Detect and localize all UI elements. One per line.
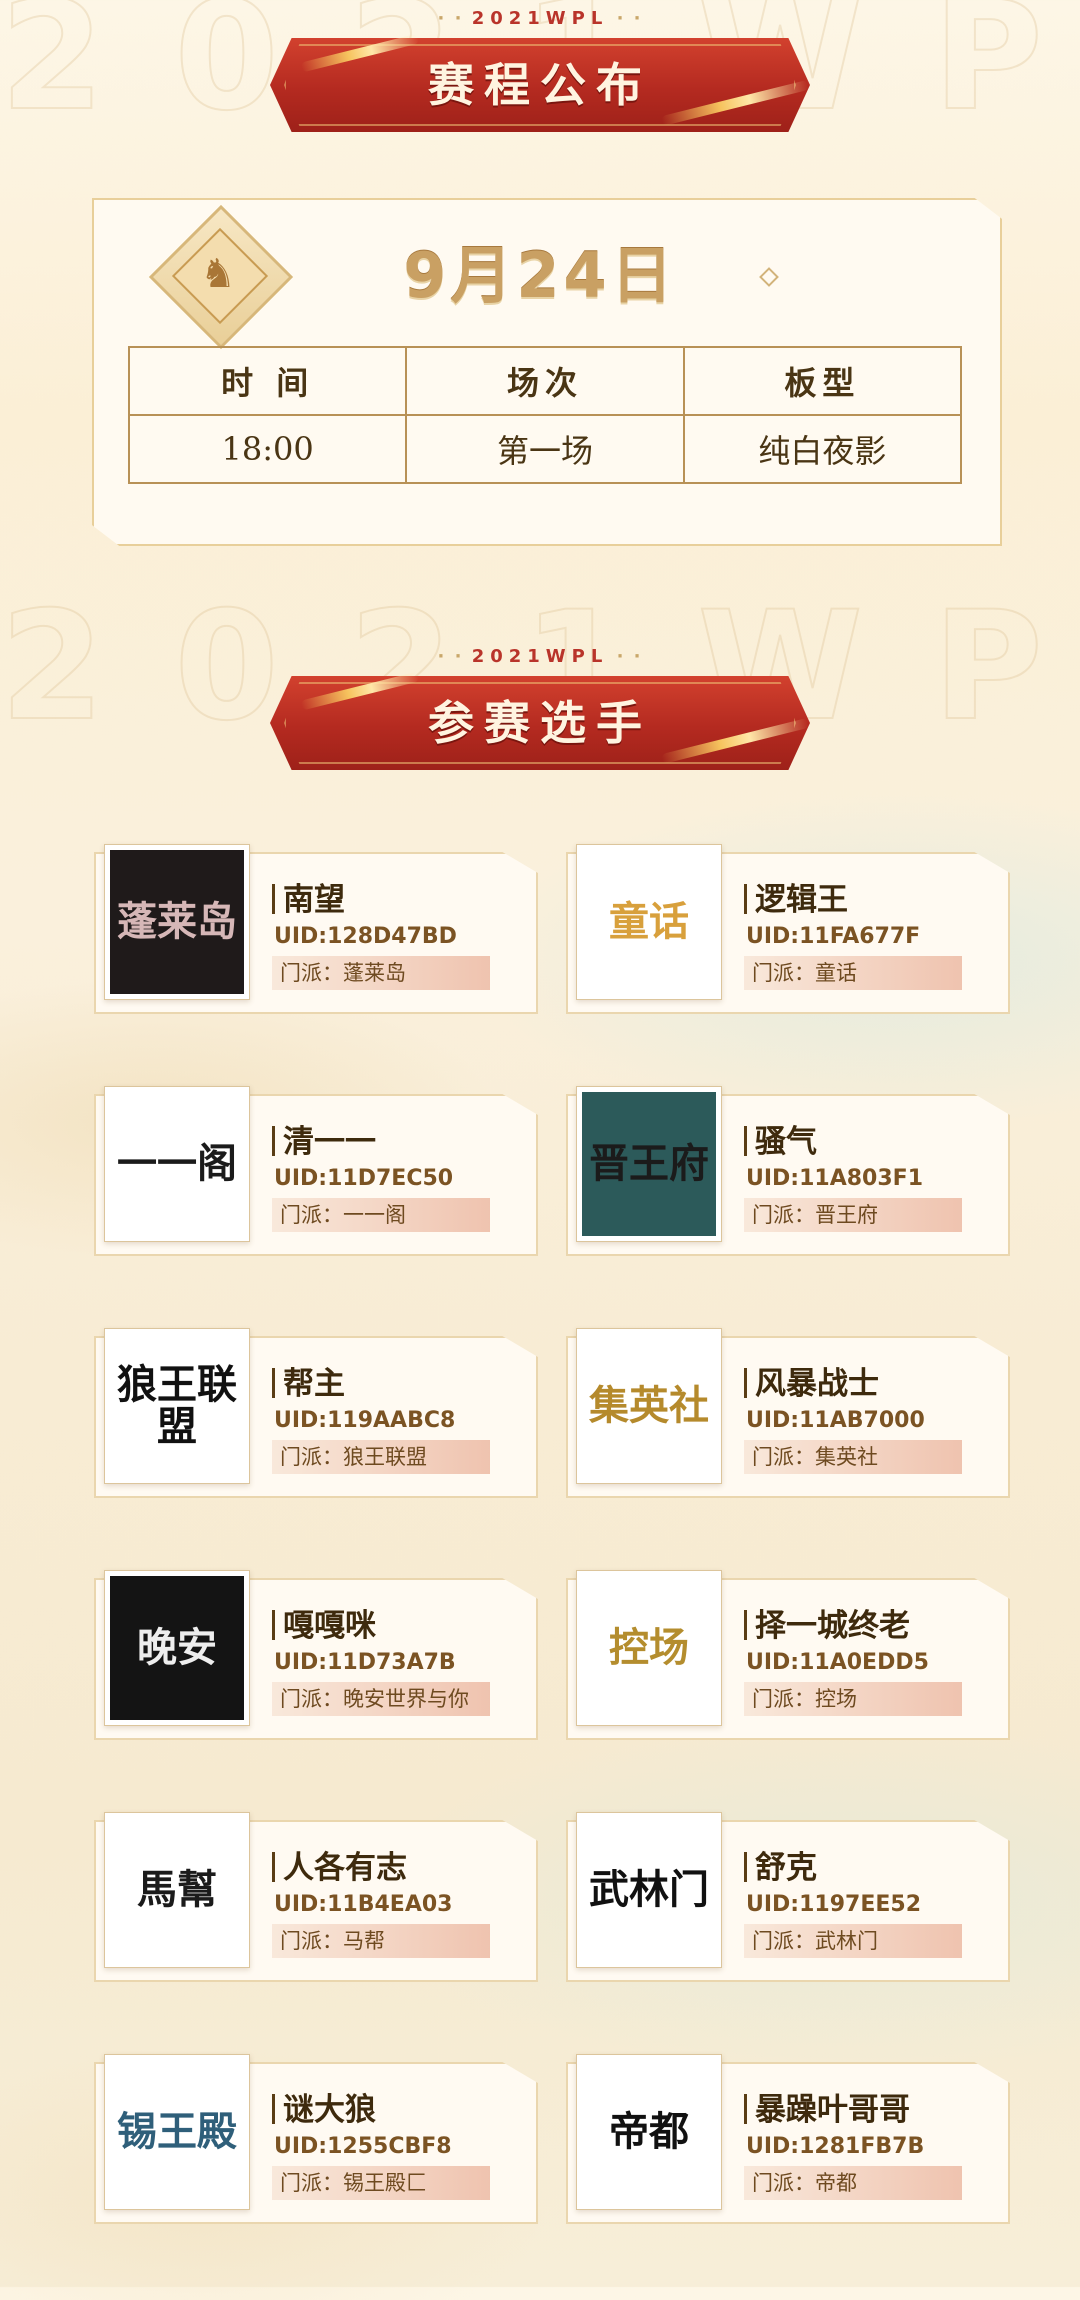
cell-time: 18:00: [127, 414, 408, 484]
player-name: 舒克: [744, 1842, 1004, 1887]
player-uid: UID:1197EE52: [746, 1892, 922, 1917]
players-section-header: · · 2021WPL · · 参赛选手: [0, 646, 1080, 770]
player-sect: 门派：马帮: [272, 1924, 490, 1958]
header-tag: · · 2021WPL · ·: [437, 8, 643, 29]
player-name: 逻辑王: [744, 874, 1004, 919]
header-board: 板型: [682, 346, 963, 416]
player-name: 骚气: [744, 1116, 1004, 1161]
player-name: 清一一: [272, 1116, 532, 1161]
player-name: 风暴战士: [744, 1358, 1004, 1403]
player-sect: 门派：一一阁: [272, 1198, 490, 1232]
player-sect: 门派：晋王府: [744, 1198, 962, 1232]
player-sect: 门派：童话: [744, 956, 962, 990]
player-name: 帮主: [272, 1358, 532, 1403]
player-name: 南望: [272, 874, 532, 919]
player-uid: UID:128D47BD: [274, 924, 457, 949]
schedule-section-header: · · 2021WPL · · 赛程公布: [0, 8, 1080, 132]
header-tag: · · 2021WPL · ·: [437, 646, 643, 667]
sect-logo: 一一阁: [104, 1086, 250, 1242]
sect-logo: 蓬莱岛: [104, 844, 250, 1000]
sect-logo-text: 蓬莱岛: [110, 850, 244, 994]
player-uid: UID:11D73A7B: [274, 1650, 456, 1675]
sect-logo: 晚安: [104, 1570, 250, 1726]
player-sect: 门派：帝都: [744, 2166, 962, 2200]
match-date: 9月24日: [403, 239, 677, 312]
player-name: 谜大狼: [272, 2084, 532, 2129]
sect-logo-text: 武林门: [582, 1818, 716, 1962]
sect-logo-text: 晚安: [110, 1576, 244, 1720]
player-uid: UID:1281FB7B: [746, 2134, 925, 2159]
sect-logo-text: 帝都: [582, 2060, 716, 2204]
schedule-title: 赛程公布: [428, 58, 652, 112]
sect-logo-text: 晋王府: [582, 1092, 716, 1236]
player-name: 暴躁叶哥哥: [744, 2084, 1004, 2129]
sect-logo-text: 集英社: [582, 1334, 716, 1478]
sect-logo: 馬幫: [104, 1812, 250, 1968]
sect-logo-text: 馬幫: [110, 1818, 244, 1962]
sect-logo-text: 童话: [582, 850, 716, 994]
player-name: 择一城终老: [744, 1600, 1004, 1645]
player-sect: 门派：锡王殿匚: [272, 2166, 490, 2200]
player-sect: 门派：集英社: [744, 1440, 962, 1474]
player-name: 嘎嘎咪: [272, 1600, 532, 1645]
header-round: 场次: [405, 346, 685, 416]
player-sect: 门派：狼王联盟: [272, 1440, 490, 1474]
player-sect: 门派：蓬莱岛: [272, 956, 490, 990]
sect-logo: 集英社: [576, 1328, 722, 1484]
schedule-header-row: 时 间 场次 板型: [127, 346, 963, 416]
sect-logo: 狼王联盟: [104, 1328, 250, 1484]
player-uid: UID:11A0EDD5: [746, 1650, 929, 1675]
sect-logo-text: 一一阁: [110, 1092, 244, 1236]
sect-logo-text: 锡王殿: [110, 2060, 244, 2204]
cell-board: 纯白夜影: [682, 414, 963, 484]
schedule-table: 时 间 场次 板型 18:00 第一场 纯白夜影: [127, 346, 963, 484]
wolf-emblem-icon: ♞: [200, 251, 236, 297]
player-sect: 门派：晚安世界与你: [272, 1682, 490, 1716]
sect-logo: 帝都: [576, 2054, 722, 2210]
sect-logo: 武林门: [576, 1812, 722, 1968]
player-sect: 门派：武林门: [744, 1924, 962, 1958]
player-uid: UID:11A803F1: [746, 1166, 924, 1191]
players-title: 参赛选手: [428, 696, 652, 750]
player-uid: UID:11FA677F: [746, 924, 921, 949]
sect-logo-text: 狼王联盟: [110, 1334, 244, 1478]
schedule-row: 18:00 第一场 纯白夜影: [127, 414, 963, 484]
sect-logo: 控场: [576, 1570, 722, 1726]
player-name: 人各有志: [272, 1842, 532, 1887]
player-sect: 门派：控场: [744, 1682, 962, 1716]
player-uid: UID:11B4EA03: [274, 1892, 453, 1917]
sect-logo-text: 控场: [582, 1576, 716, 1720]
player-uid: UID:11D7EC50: [274, 1166, 454, 1191]
sect-logo: 童话: [576, 844, 722, 1000]
player-uid: UID:11AB7000: [746, 1408, 925, 1433]
sect-logo: 晋王府: [576, 1086, 722, 1242]
header-time: 时 间: [127, 346, 408, 416]
sect-logo: 锡王殿: [104, 2054, 250, 2210]
cell-round: 第一场: [405, 414, 685, 484]
player-uid: UID:1255CBF8: [274, 2134, 452, 2159]
player-uid: UID:119AABC8: [274, 1408, 456, 1433]
